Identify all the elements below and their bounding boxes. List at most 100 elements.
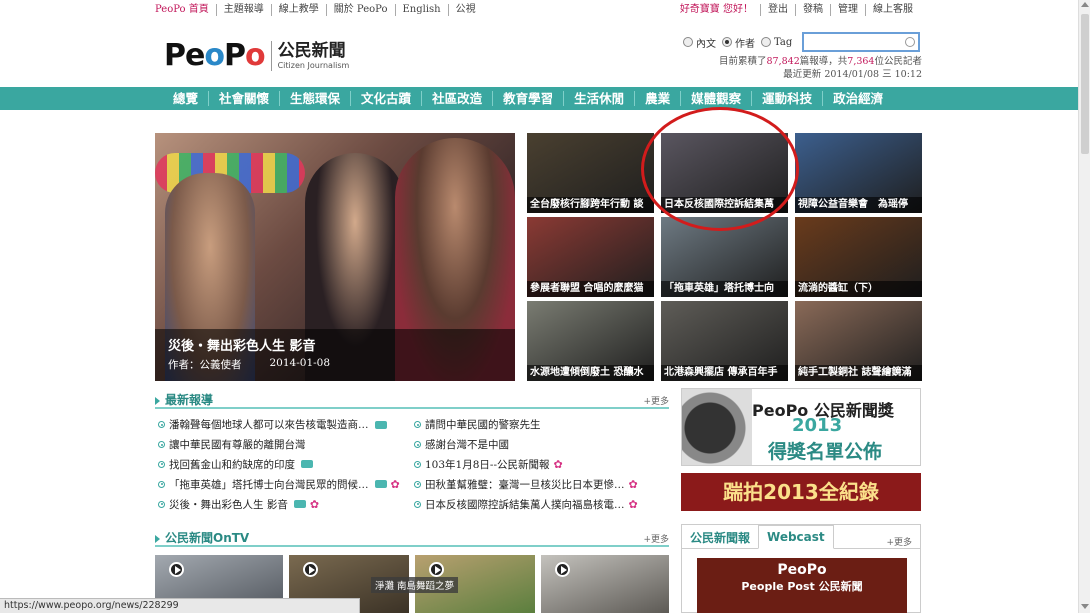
thumbnail-item[interactable]: 「拖車英雄」塔托博士向 bbox=[661, 217, 788, 297]
news-item[interactable]: 潘翰聲每個地球人都可以來告核電製造商… bbox=[158, 415, 408, 435]
hero-title[interactable]: 災後・舞出彩色人生 影音 bbox=[168, 335, 502, 354]
news-item-title[interactable]: 感謝台灣不是中國 bbox=[425, 437, 509, 452]
play-icon[interactable] bbox=[169, 562, 184, 577]
scroll-down-icon[interactable] bbox=[1081, 604, 1089, 609]
news-item-title[interactable]: 潘翰聲每個地球人都可以來告核電製造商… bbox=[169, 417, 369, 432]
nav-ecology[interactable]: 生態環保 bbox=[279, 91, 350, 106]
nav-overview[interactable]: 總覽 bbox=[163, 91, 208, 106]
news-item-title[interactable]: 災後・舞出彩色人生 影音 bbox=[169, 497, 288, 512]
latest-news-more-link[interactable]: +更多 bbox=[643, 394, 669, 407]
user-greeting[interactable]: 好奇寶寶 您好！ bbox=[680, 4, 760, 16]
top-link-home[interactable]: PeoPo 首頁 bbox=[155, 4, 216, 16]
news-item-title[interactable]: 「拖車英雄」塔托博士向台灣民眾的問候… bbox=[169, 477, 369, 492]
bullet-icon bbox=[158, 460, 165, 468]
news-item-title[interactable]: 日本反核國際控訴結集萬人撲向福島核電… bbox=[425, 497, 625, 512]
record-banner[interactable]: 踹拍2013全紀錄 bbox=[681, 473, 921, 511]
top-link-about[interactable]: 關於 PeoPo bbox=[325, 4, 395, 16]
nav-agriculture[interactable]: 農業 bbox=[634, 91, 680, 106]
hero-caption: 災後・舞出彩色人生 影音 作者：公義使者 2014-01-08 bbox=[155, 329, 515, 381]
news-item[interactable]: 田秋堇幫雅璧：臺灣一旦核災比日本更慘… ✿ bbox=[414, 474, 664, 494]
top-link-manage[interactable]: 管理 bbox=[830, 4, 865, 16]
bullet-icon bbox=[158, 441, 165, 449]
hero-feature[interactable]: 災後・舞出彩色人生 影音 作者：公義使者 2014-01-08 bbox=[155, 133, 515, 381]
peopo-post-logo: PeoPo bbox=[777, 562, 827, 578]
thumbnail-caption: 全台廢核行腳跨年行動 談 bbox=[527, 197, 654, 213]
video-thumbnail[interactable] bbox=[541, 555, 669, 613]
video-camera-icon bbox=[293, 500, 306, 509]
flower-icon: ✿ bbox=[628, 477, 638, 491]
logo-text: 公民新聞 Citizen Journalism bbox=[278, 41, 350, 70]
news-item-title[interactable]: 103年1月8日--公民新聞報 bbox=[425, 457, 550, 472]
top-link-english[interactable]: English bbox=[394, 4, 448, 16]
top-link-tutorial[interactable]: 線上教學 bbox=[270, 4, 326, 16]
play-icon[interactable] bbox=[429, 562, 444, 577]
nav-culture[interactable]: 文化古蹟 bbox=[350, 91, 421, 106]
top-link-pts[interactable]: 公視 bbox=[447, 4, 483, 16]
thumbnail-item[interactable]: 參展者聯盟 合唱的麼麼猫 bbox=[527, 217, 654, 297]
news-item[interactable]: 找回舊金山和約缺席的印度 bbox=[158, 455, 408, 475]
news-item[interactable]: 103年1月8日--公民新聞報 ✿ bbox=[414, 455, 664, 475]
thumbnail-item[interactable]: 全台廢核行腳跨年行動 談 bbox=[527, 133, 654, 213]
news-item-title[interactable]: 讓中華民國有尊嚴的離開台灣 bbox=[169, 437, 306, 452]
news-item[interactable]: 讓中華民國有尊嚴的離開台灣 bbox=[158, 435, 408, 455]
thumbnail-item[interactable]: 純手工製銅社 誌聲繪鏡滿 bbox=[795, 301, 922, 381]
thumbnail-item[interactable]: 北港森興擺店 傳承百年手 bbox=[661, 301, 788, 381]
search-icon[interactable] bbox=[905, 37, 916, 47]
nav-leisure[interactable]: 生活休閒 bbox=[563, 91, 634, 106]
site-logo[interactable]: PeoPo 公民新聞 Citizen Journalism bbox=[164, 38, 349, 73]
play-icon[interactable] bbox=[555, 562, 570, 577]
thumbnail-caption: 參展者聯盟 合唱的麼麼猫 bbox=[527, 281, 654, 297]
news-item[interactable]: 「拖車英雄」塔托博士向台灣民眾的問候… ✿ bbox=[158, 474, 408, 494]
news-item[interactable]: 請問中華民國的警察先生 bbox=[414, 415, 664, 435]
top-link-post[interactable]: 發稿 bbox=[795, 4, 830, 16]
tab-webcast[interactable]: Webcast bbox=[758, 525, 834, 549]
bullet-icon bbox=[158, 421, 165, 429]
bullet-icon bbox=[158, 500, 165, 508]
news-item-title[interactable]: 田秋堇幫雅璧：臺灣一旦核災比日本更慘… bbox=[425, 477, 625, 492]
search-option-author-radio[interactable] bbox=[722, 37, 732, 47]
video-overlay-label: 淨灘 南島舞蹈之夢 bbox=[371, 577, 459, 593]
nav-media[interactable]: 媒體觀察 bbox=[680, 91, 751, 106]
thumbnail-item[interactable]: 水源地遭傾倒廢土 恐釀水 bbox=[527, 301, 654, 381]
tab-citizen-news[interactable]: 公民新聞報 bbox=[682, 525, 758, 548]
news-item-title[interactable]: 找回舊金山和約缺席的印度 bbox=[169, 457, 295, 472]
logo-mark: PeoPo bbox=[164, 38, 266, 73]
thumbnail-item[interactable]: 流淌的醬缸（下） bbox=[795, 217, 922, 297]
thumbnail-caption: 純手工製銅社 誌聲繪鏡滿 bbox=[795, 365, 922, 381]
stats-line-1: 目前累積了87,842篇報導，共7,364位公民記者 bbox=[719, 55, 922, 68]
news-item[interactable]: 災後・舞出彩色人生 影音 ✿ bbox=[158, 494, 408, 514]
news-item[interactable]: 日本反核國際控訴結集萬人撲向福島核電… ✿ bbox=[414, 494, 664, 514]
top-link-support[interactable]: 線上客服 bbox=[865, 4, 920, 16]
thumbnail-item[interactable]: 日本反核國際控訴結集萬 bbox=[661, 133, 788, 213]
search-input[interactable] bbox=[802, 32, 921, 52]
scroll-up-icon[interactable] bbox=[1081, 2, 1089, 7]
play-icon[interactable] bbox=[303, 562, 318, 577]
logo-en: Citizen Journalism bbox=[277, 61, 350, 70]
tabs-more-link[interactable]: +更多 bbox=[886, 535, 912, 548]
hero-date: 2014-01-08 bbox=[269, 357, 331, 369]
search-option-tag-label[interactable]: Tag bbox=[774, 37, 792, 48]
ontv-more-link[interactable]: +更多 bbox=[643, 532, 669, 545]
nav-social[interactable]: 社會關懷 bbox=[208, 91, 279, 106]
top-links-right: 好奇寶寶 您好！ 登出 發稿 管理 線上客服 bbox=[680, 4, 920, 16]
page-scrollbar[interactable] bbox=[1078, 0, 1090, 613]
thumbnail-item[interactable]: 視障公益音樂會 為瑶停 bbox=[795, 133, 922, 213]
award-banner[interactable]: PeoPo 公民新聞獎 2013 得獎名單公佈 bbox=[681, 388, 921, 466]
news-item[interactable]: 感謝台灣不是中國 bbox=[414, 435, 664, 455]
search-option-tag-radio[interactable] bbox=[761, 37, 771, 47]
search-option-author-label[interactable]: 作者 bbox=[735, 35, 755, 50]
top-link-logout[interactable]: 登出 bbox=[760, 4, 795, 16]
nav-education[interactable]: 教育學習 bbox=[492, 91, 563, 106]
peopo-post-video[interactable]: PeoPo People Post 公民新聞 bbox=[697, 558, 907, 613]
top-link-topics[interactable]: 主題報導 bbox=[215, 4, 271, 16]
main-nav: 總覽 社會關懷 生態環保 文化古蹟 社區改造 教育學習 生活休閒 農業 媒體觀察… bbox=[0, 87, 1078, 110]
nav-community[interactable]: 社區改造 bbox=[421, 91, 492, 106]
search-option-content-label[interactable]: 內文 bbox=[696, 35, 716, 50]
news-item-title[interactable]: 請問中華民國的警察先生 bbox=[425, 417, 541, 432]
scroll-thumb[interactable] bbox=[1081, 14, 1089, 154]
nav-politics[interactable]: 政治經濟 bbox=[822, 91, 893, 106]
search-option-content-radio[interactable] bbox=[683, 37, 693, 47]
hero-author: 作者：公義使者 bbox=[168, 359, 242, 371]
video-camera-icon bbox=[374, 480, 387, 489]
nav-sports-tech[interactable]: 運動科技 bbox=[751, 91, 822, 106]
